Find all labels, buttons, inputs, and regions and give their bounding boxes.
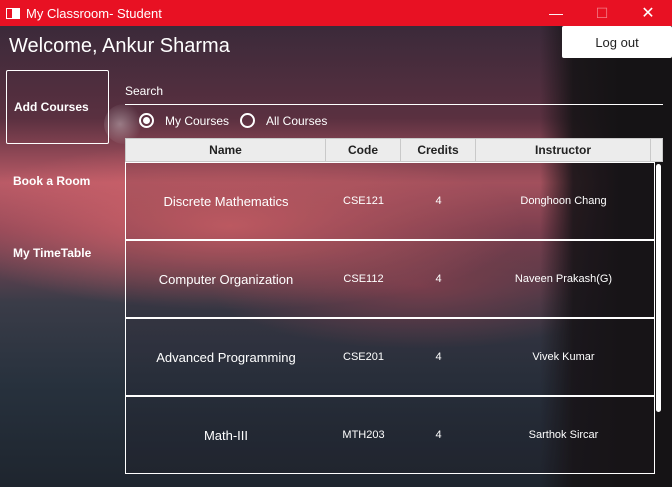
welcome-heading: Welcome, Ankur Sharma [9,35,230,57]
radio-label: All Courses [266,113,328,128]
cell-name: Advanced Programming [156,349,296,365]
cell-code: MTH203 [342,429,385,441]
sidebar-item-label: Book a Room [13,174,91,188]
main-content: Welcome, Ankur Sharma Log out Add Course… [0,26,672,487]
column-header-instructor[interactable]: Instructor [476,139,651,161]
cell-name: Math-III [203,427,249,443]
radio-unselected-icon [240,113,255,128]
sidebar-item-add-courses[interactable]: Add Courses [6,70,109,144]
radio-label: My Courses [165,113,230,128]
column-header-name[interactable]: Name [126,139,326,161]
maximize-button[interactable]: ☐ [579,0,625,26]
sidebar-item-label: Add Courses [14,100,89,114]
radio-my-courses[interactable]: My Courses [139,113,229,128]
search-label: Search [125,84,164,98]
table-scrollbar[interactable] [656,164,661,412]
minimize-button[interactable]: — [533,0,579,26]
cell-instructor: Naveen Prakash(G) [514,273,613,285]
cell-code: CSE201 [343,351,384,363]
table-row[interactable]: Computer Organization CSE112 4 Naveen Pr… [125,240,655,318]
column-header-credits[interactable]: Credits [401,139,476,161]
close-button[interactable]: ✕ [625,0,671,26]
radio-all-courses[interactable]: All Courses [240,113,327,128]
sidebar-item-book-a-room[interactable]: Book a Room [6,168,109,194]
sidebar-item-my-timetable[interactable]: My TimeTable [6,240,109,266]
cell-instructor: Donghoon Chang [520,195,607,207]
cell-name: Computer Organization [158,271,294,287]
cell-credits: 4 [435,273,442,285]
app-window-icon [6,7,20,19]
cell-credits: 4 [435,429,442,441]
title-bar: My Classroom- Student — ☐ ✕ [0,0,672,26]
column-header-code[interactable]: Code [326,139,401,161]
cell-code: CSE121 [343,195,384,207]
sidebar-item-label: My TimeTable [13,246,92,260]
cell-name: Discrete Mathematics [163,193,289,209]
radio-selected-icon [139,113,154,128]
cell-instructor: Sarthok Sircar [528,429,599,441]
table-header: Name Code Credits Instructor [125,138,663,162]
courses-table: Name Code Credits Instructor Discrete Ma… [125,138,663,474]
cell-instructor: Vivek Kumar [532,351,595,363]
cell-credits: 4 [435,351,442,363]
cell-code: CSE112 [343,273,384,285]
table-row[interactable]: Discrete Mathematics CSE121 4 Donghoon C… [125,162,655,240]
table-row[interactable]: Advanced Programming CSE201 4 Vivek Kuma… [125,318,655,396]
search-input-underline[interactable] [125,104,663,105]
logout-button[interactable]: Log out [562,26,672,58]
window-title: My Classroom- Student [26,5,162,21]
cell-credits: 4 [435,195,442,207]
table-row[interactable]: Math-III MTH203 4 Sarthok Sircar [125,396,655,474]
table-body: Discrete Mathematics CSE121 4 Donghoon C… [125,162,655,474]
